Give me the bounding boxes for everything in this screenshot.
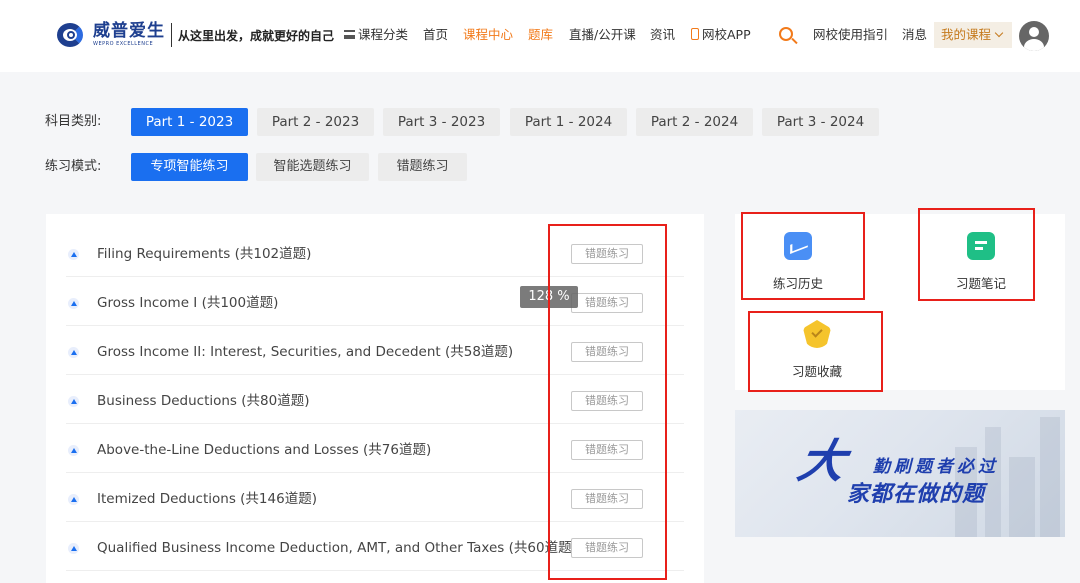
- mode-pill-wrong[interactable]: 错题练习: [378, 153, 467, 181]
- phone-icon: [691, 28, 699, 40]
- chapter-title: Gross Income I (共100道题): [97, 295, 279, 311]
- highlight-box-notes: [918, 208, 1035, 301]
- nav-question-bank[interactable]: 题库: [528, 26, 553, 44]
- banner-building: [1009, 457, 1035, 537]
- highlight-box-wrong-practice: [548, 224, 667, 580]
- expand-triangle-icon[interactable]: [68, 543, 79, 554]
- highlight-box-favorites: [748, 311, 883, 392]
- chapter-title: Itemized Deductions (共146道题): [97, 491, 317, 507]
- expand-triangle-icon[interactable]: [68, 494, 79, 505]
- banner-building: [1040, 417, 1060, 537]
- my-course-label: 我的课程: [941, 27, 992, 42]
- logo-name: 威普爱生: [93, 21, 165, 41]
- menu-icon: [344, 30, 355, 39]
- chapter-title: Qualified Business Income Deduction, AMT…: [97, 540, 577, 556]
- highlight-box-history: [741, 212, 865, 300]
- expand-triangle-icon[interactable]: [68, 445, 79, 456]
- banner-slogan-line2: 家都在做的题: [847, 482, 986, 507]
- nav-label: 课程分类: [358, 27, 409, 42]
- nav-news[interactable]: 资讯: [650, 26, 675, 44]
- my-course-dropdown[interactable]: 我的课程: [934, 22, 1012, 48]
- top-header: 威普爱生 WEPRO EXCELLENCE 从这里出发，成就更好的自己 课程分类…: [0, 0, 1080, 72]
- chevron-down-icon: [994, 28, 1004, 38]
- logo-divider: [171, 23, 172, 47]
- chapter-title: Gross Income II: Interest, Securities, a…: [97, 344, 514, 360]
- site-logo[interactable]: 威普爱生 WEPRO EXCELLENCE 从这里出发，成就更好的自己: [55, 20, 334, 50]
- nav-guide[interactable]: 网校使用指引: [813, 26, 888, 44]
- banner-building: [985, 427, 1001, 537]
- expand-triangle-icon[interactable]: [68, 347, 79, 358]
- subject-pill-part3-2023[interactable]: Part 3 - 2023: [383, 108, 500, 136]
- subject-pill-part3-2024[interactable]: Part 3 - 2024: [762, 108, 879, 136]
- subject-pill-part1-2024[interactable]: Part 1 - 2024: [510, 108, 627, 136]
- expand-triangle-icon[interactable]: [68, 396, 79, 407]
- nav-label: 网校APP: [702, 27, 751, 42]
- expand-triangle-icon[interactable]: [68, 298, 79, 309]
- logo-english: WEPRO EXCELLENCE: [93, 41, 154, 47]
- banner-slogan-line1: 勤刷题者必过: [873, 457, 999, 477]
- avatar[interactable]: [1019, 21, 1049, 51]
- subject-pill-part2-2023[interactable]: Part 2 - 2023: [257, 108, 374, 136]
- chapter-title: Above-the-Line Deductions and Losses (共7…: [97, 442, 432, 458]
- nav-course-center[interactable]: 课程中心: [463, 26, 513, 44]
- subject-pill-part2-2024[interactable]: Part 2 - 2024: [636, 108, 753, 136]
- chapter-title: Filing Requirements (共102道题): [97, 246, 312, 262]
- site-slogan: 从这里出发，成就更好的自己: [178, 28, 335, 43]
- nav-messages[interactable]: 消息: [902, 26, 927, 44]
- banner-big-char: 大: [793, 434, 851, 488]
- chapter-title: Business Deductions (共80道题): [97, 393, 310, 409]
- search-icon[interactable]: [779, 27, 793, 41]
- promo-banner[interactable]: 大 勤刷题者必过 家都在做的题: [735, 410, 1065, 537]
- logo-icon: [55, 20, 91, 50]
- subject-pill-part1-2023[interactable]: Part 1 - 2023: [131, 108, 248, 136]
- mode-label: 练习模式:: [45, 159, 102, 174]
- subject-label: 科目类别:: [45, 114, 102, 129]
- nav-app[interactable]: 网校APP: [691, 26, 751, 44]
- nav-home[interactable]: 首页: [423, 26, 448, 44]
- nav-live[interactable]: 直播/公开课: [569, 26, 636, 44]
- mode-pill-special[interactable]: 专项智能练习: [131, 153, 248, 181]
- mode-pill-smart[interactable]: 智能选题练习: [256, 153, 369, 181]
- nav-course-category[interactable]: 课程分类: [344, 26, 408, 44]
- expand-triangle-icon[interactable]: [68, 249, 79, 260]
